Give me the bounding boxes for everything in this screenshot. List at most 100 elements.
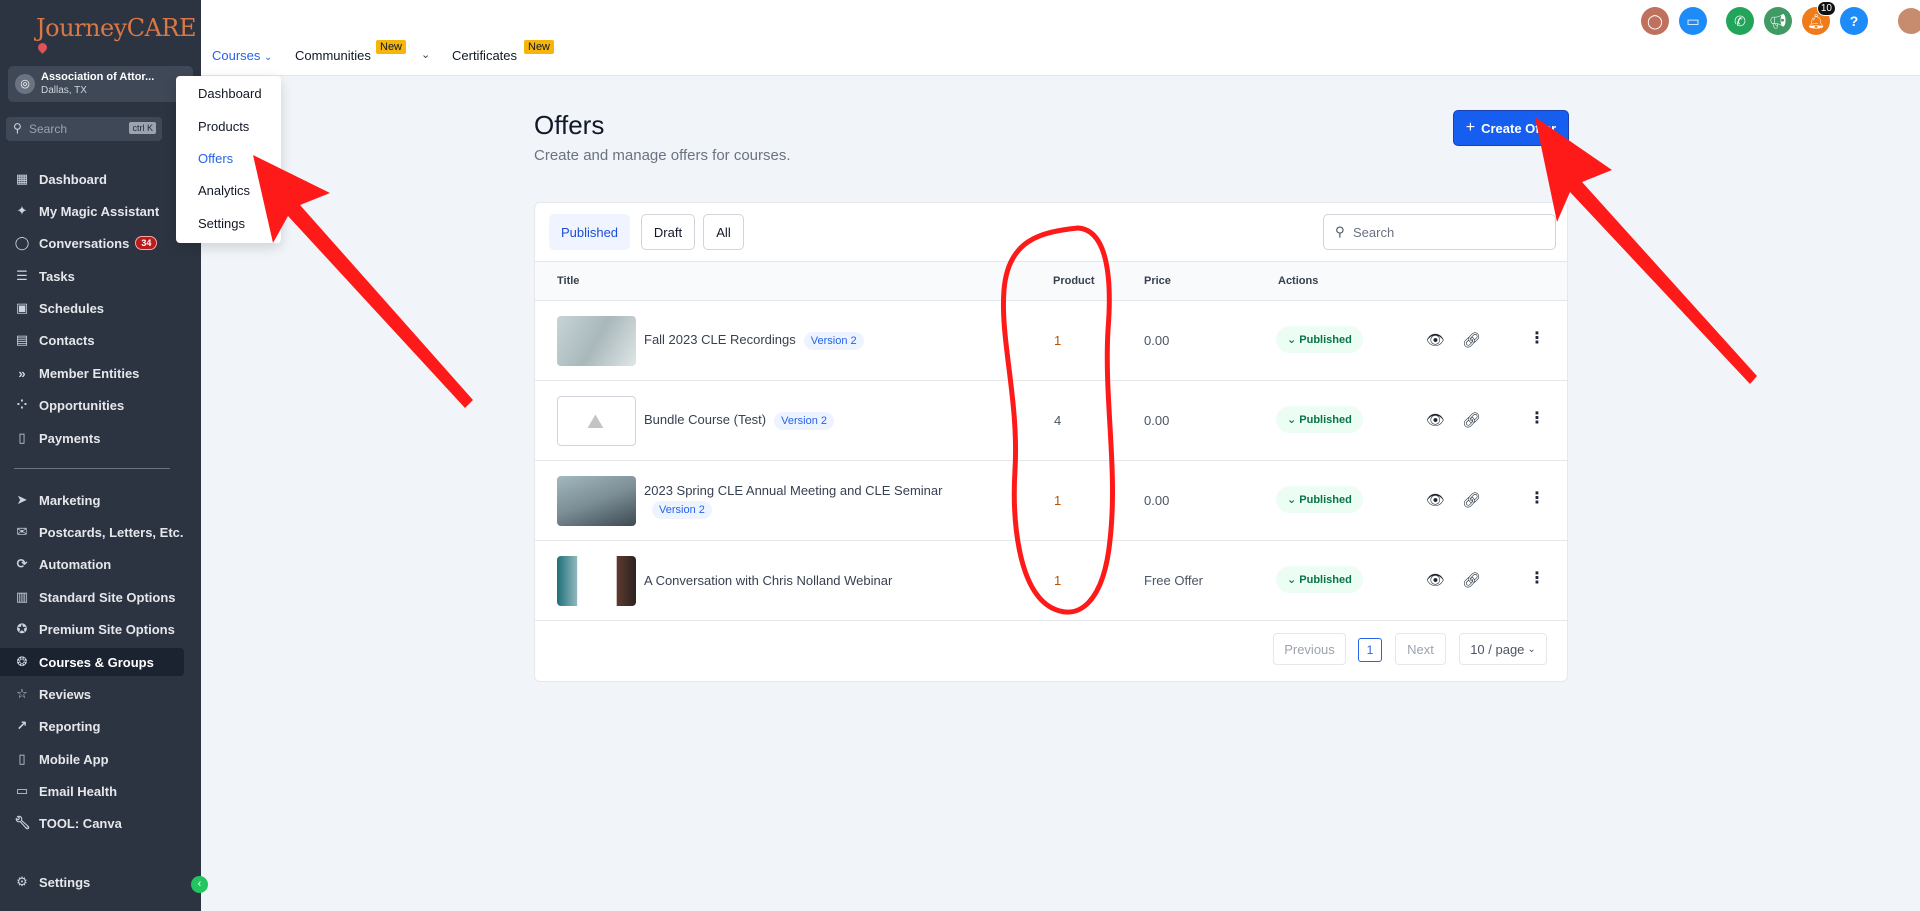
automation-icon: ⟳ — [16, 556, 28, 571]
preview-eye-icon[interactable]: 👁︎ — [1426, 331, 1445, 349]
sidebar-item-member-entities[interactable]: » Member Entities — [0, 359, 184, 387]
table-row[interactable]: ⛰ Bundle Course (Test) Version 2 4 0.00 ⌄… — [535, 381, 1567, 461]
sidebar-item-premium-site-options[interactable]: ✪ Premium Site Options — [0, 615, 184, 643]
site-icon: ▥ — [15, 589, 29, 604]
filter-draft[interactable]: Draft — [641, 214, 695, 250]
sidebar-item-standard-site-options[interactable]: ▥ Standard Site Options — [0, 583, 184, 611]
offer-title[interactable]: 2023 Spring CLE Annual Meeting and CLE S… — [644, 483, 942, 498]
column-header-price: Price — [1144, 275, 1171, 287]
sidebar-item-settings[interactable]: ⚙ Settings — [0, 868, 184, 896]
magic-wand-icon: ✦ — [16, 203, 28, 218]
offer-title[interactable]: A Conversation with Chris Nolland Webina… — [644, 573, 892, 588]
sidebar-item-reviews[interactable]: ☆ Reviews — [0, 680, 184, 708]
sidebar-item-opportunities[interactable]: ⁘ Opportunities — [0, 391, 184, 419]
account-switcher[interactable]: ◎ Association of Attor... Dallas, TX — [8, 66, 193, 102]
pagination-next-button[interactable]: Next — [1395, 633, 1446, 665]
sidebar-item-payments[interactable]: ▯ Payments — [0, 424, 184, 452]
offer-price: Free Offer — [1144, 573, 1204, 588]
phone-call-icon[interactable]: ✆ — [1726, 7, 1754, 35]
status-badge[interactable]: ⌄ Published — [1276, 326, 1363, 353]
table-row[interactable]: 2023 Spring CLE Annual Meeting and CLE S… — [535, 461, 1567, 541]
user-avatar[interactable] — [1896, 6, 1920, 36]
table-search-input[interactable]: ⚲ Search — [1323, 214, 1556, 250]
preview-eye-icon[interactable]: 👁︎ — [1426, 571, 1445, 589]
network-icon: ⁘ — [16, 397, 28, 412]
sidebar-item-tasks[interactable]: ☰ Tasks — [0, 262, 184, 290]
email-health-icon: ▭ — [15, 783, 29, 798]
copy-link-icon[interactable]: 🔗︎ — [1462, 571, 1481, 589]
app-logo[interactable]: JourneyCARE — [36, 14, 201, 70]
chevron-down-icon[interactable]: ⌄ — [421, 48, 430, 61]
preview-eye-icon[interactable]: 👁︎ — [1426, 491, 1445, 509]
more-options-icon[interactable]: ⋮ — [1529, 488, 1545, 508]
page-title: Offers — [534, 110, 605, 140]
more-options-icon[interactable]: ⋮ — [1529, 408, 1545, 428]
table-row[interactable]: A Conversation with Chris Nolland Webina… — [535, 541, 1567, 621]
filter-all[interactable]: All — [703, 214, 744, 250]
course-thumbnail — [557, 316, 636, 366]
sidebar-item-email-health[interactable]: ▭ Email Health — [0, 777, 184, 805]
sidebar-item-dashboard[interactable]: ▦ Dashboard — [0, 165, 184, 193]
sidebar-item-postcards[interactable]: ✉ Postcards, Letters, Etc. — [0, 518, 184, 546]
sidebar-item-conversations[interactable]: ◯ Conversations 34 — [0, 229, 184, 257]
more-options-icon[interactable]: ⋮ — [1529, 568, 1545, 588]
tab-courses[interactable]: Courses ⌄ — [212, 48, 272, 63]
sidebar-search[interactable]: ⚲ Search ctrl K — [6, 117, 162, 141]
bell-icon[interactable]: 🔔︎ 10 — [1802, 1, 1836, 35]
search-icon: ⚲ — [1335, 224, 1345, 239]
product-count[interactable]: 1 — [1054, 573, 1061, 588]
status-badge[interactable]: ⌄ Published — [1276, 406, 1363, 433]
more-options-icon[interactable]: ⋮ — [1529, 328, 1545, 348]
copy-link-icon[interactable]: 🔗︎ — [1462, 491, 1481, 509]
copy-link-icon[interactable]: 🔗︎ — [1462, 411, 1481, 429]
offer-title[interactable]: Bundle Course (Test) Version 2 — [644, 412, 834, 430]
menu-item-offers[interactable]: Offers — [198, 151, 233, 166]
status-badge[interactable]: ⌄ Published — [1276, 486, 1363, 513]
list-icon: ☰ — [16, 268, 28, 283]
product-count[interactable]: 4 — [1054, 413, 1061, 428]
version-badge: Version 2 — [652, 501, 712, 519]
table-row[interactable]: Fall 2023 CLE Recordings Version 2 1 0.00… — [535, 301, 1567, 381]
sidebar-item-courses-groups[interactable]: ❂ Courses & Groups — [0, 648, 184, 676]
sidebar-item-marketing[interactable]: ➤ Marketing — [0, 486, 184, 514]
sidebar-item-tool-canva[interactable]: 🔧︎ TOOL: Canva — [0, 809, 184, 837]
pagination-previous-button[interactable]: Previous — [1273, 633, 1346, 665]
tab-certificates[interactable]: Certificates — [452, 48, 517, 63]
create-offer-button[interactable]: + Create Offer — [1453, 110, 1569, 146]
sidebar-item-magic-assistant[interactable]: ✦ My Magic Assistant — [0, 197, 184, 225]
offer-title[interactable]: Fall 2023 CLE Recordings Version 2 — [644, 332, 864, 350]
chevron-down-icon: ⌄ — [1527, 643, 1536, 655]
sidebar-item-schedules[interactable]: ▣ Schedules — [0, 294, 184, 322]
megaphone-icon[interactable]: 📢︎ — [1764, 7, 1792, 35]
page-size-select[interactable]: 10 / page ⌄ — [1459, 633, 1547, 665]
copy-link-icon[interactable]: 🔗︎ — [1462, 331, 1481, 349]
column-header-product: Product — [1053, 275, 1095, 287]
product-count[interactable]: 1 — [1054, 493, 1061, 508]
sidebar-item-reporting[interactable]: ↗ Reporting — [0, 712, 184, 740]
account-location: Dallas, TX — [41, 85, 87, 96]
award-icon: ✪ — [16, 621, 28, 636]
chat-bubble-icon[interactable]: ◯ — [1641, 7, 1669, 35]
id-card-icon[interactable]: ▭ — [1679, 7, 1707, 35]
menu-item-settings[interactable]: Settings — [198, 216, 245, 231]
trend-icon: ↗ — [16, 718, 28, 733]
sidebar-collapse-button[interactable]: ‹ — [191, 876, 208, 893]
sidebar-divider — [14, 468, 170, 469]
menu-item-analytics[interactable]: Analytics — [198, 183, 250, 198]
course-thumbnail — [557, 476, 636, 526]
status-badge[interactable]: ⌄ Published — [1276, 566, 1363, 593]
help-icon[interactable]: ? — [1840, 7, 1868, 35]
preview-eye-icon[interactable]: 👁︎ — [1426, 411, 1445, 429]
product-count[interactable]: 1 — [1054, 333, 1061, 348]
filter-published[interactable]: Published — [549, 214, 630, 250]
offer-price: 0.00 — [1144, 493, 1170, 508]
menu-item-dashboard[interactable]: Dashboard — [198, 86, 262, 101]
offer-price: 0.00 — [1144, 413, 1170, 428]
sidebar-item-contacts[interactable]: ▤ Contacts — [0, 326, 184, 354]
menu-item-products[interactable]: Products — [198, 119, 249, 134]
sidebar-item-automation[interactable]: ⟳ Automation — [0, 550, 184, 578]
sidebar-item-mobile-app[interactable]: ▯ Mobile App — [0, 745, 184, 773]
certificates-new-badge: New — [524, 40, 555, 54]
pagination-page-1[interactable]: 1 — [1358, 638, 1382, 662]
tab-communities[interactable]: Communities — [295, 48, 371, 63]
